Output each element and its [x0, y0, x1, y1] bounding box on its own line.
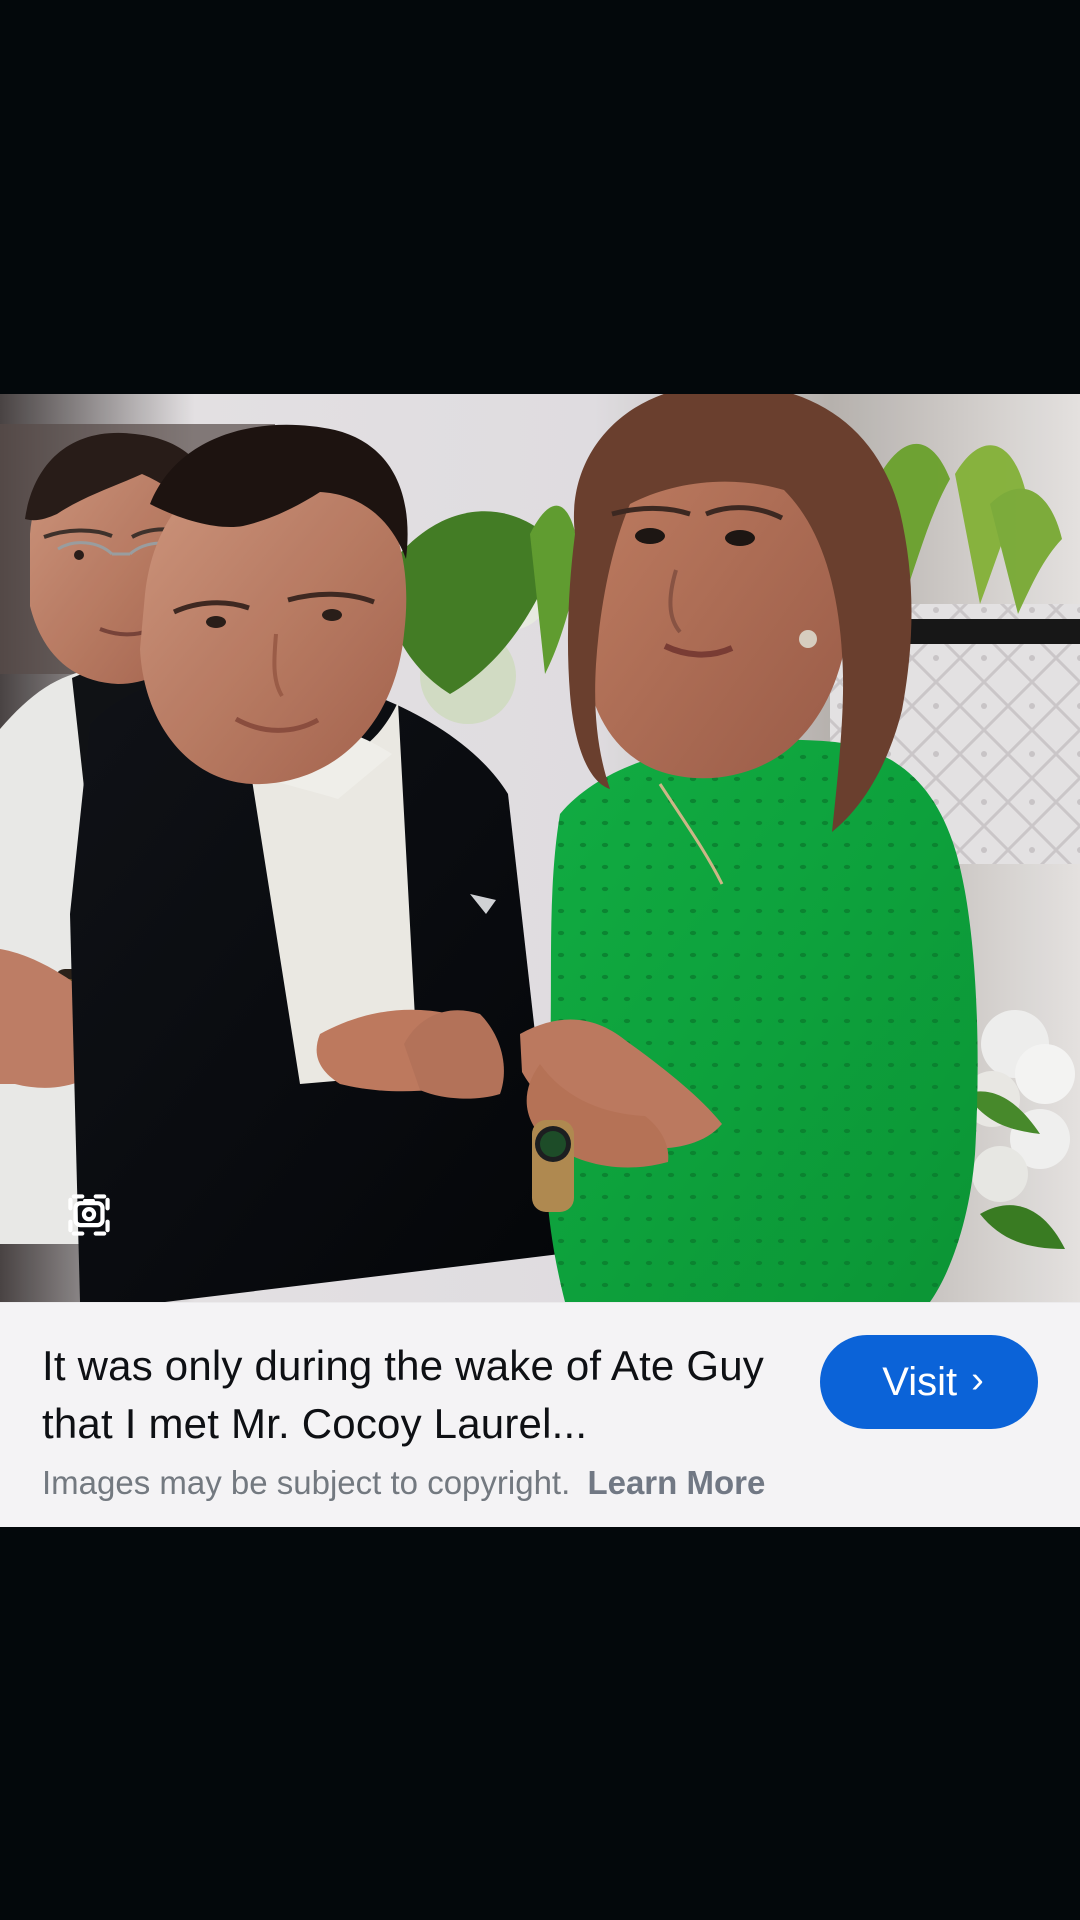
copyright-notice: Images may be subject to copyright. Lear…	[42, 1461, 765, 1505]
photo[interactable]	[0, 394, 1080, 1302]
image-info-card: It was only during the wake of Ate Guy t…	[0, 1302, 1080, 1527]
copyright-text: Images may be subject to copyright.	[42, 1464, 571, 1501]
camera-search-icon	[68, 1194, 110, 1236]
image-caption[interactable]: It was only during the wake of Ate Guy t…	[42, 1337, 802, 1453]
learn-more-link[interactable]: Learn More	[587, 1464, 765, 1501]
visit-button-label: Visit	[882, 1360, 958, 1404]
photo-graphic	[0, 394, 1080, 1302]
visit-button[interactable]: Visit ›	[820, 1335, 1038, 1429]
chevron-right-icon: ›	[971, 1359, 984, 1401]
lens-search-button[interactable]	[58, 1184, 120, 1246]
image-viewer: It was only during the wake of Ate Guy t…	[0, 0, 1080, 1920]
